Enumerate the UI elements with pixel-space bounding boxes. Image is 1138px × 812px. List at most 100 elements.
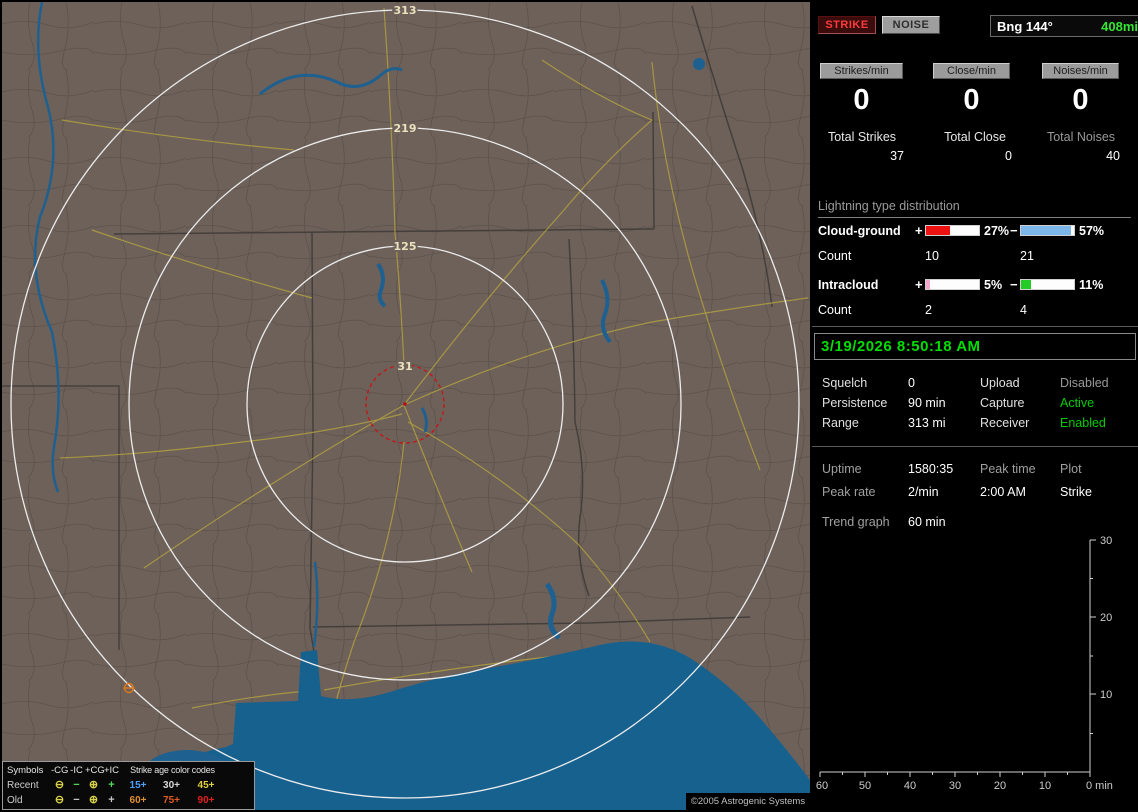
capture-label: Capture xyxy=(980,396,1025,410)
ic-minus-count: 4 xyxy=(1020,303,1027,317)
legend-symbols-header: Symbols xyxy=(7,765,44,776)
lightning-tracker-window: { "colors": { "date_green": "#00dd00", "… xyxy=(0,0,1138,812)
persistence-label: Persistence xyxy=(822,396,888,410)
copyright-notice: ©2005 Astrogenic Systems xyxy=(686,793,810,810)
peak-rate-label: Peak rate xyxy=(822,485,876,499)
y-tick-30: 30 xyxy=(1100,535,1112,547)
ic-count-label: Count xyxy=(818,303,852,317)
legend-type-neg-ic: -IC xyxy=(70,765,83,776)
ring-label-313: 313 xyxy=(394,4,417,17)
age-15: 15+ xyxy=(129,780,147,791)
y-tick-20: 20 xyxy=(1100,612,1112,624)
chart-axes xyxy=(819,539,1096,777)
cg-plus-bar-fill xyxy=(926,226,950,235)
chart-y-labels: 30 20 10 xyxy=(1100,535,1112,701)
range-value: 313 mi xyxy=(908,416,946,430)
neg-ic-old-icon: − xyxy=(73,794,80,806)
ic-plus-count: 2 xyxy=(925,303,932,317)
receiver-status: Enabled xyxy=(1060,416,1106,430)
peak-time-value: 2:00 AM xyxy=(980,485,1026,499)
pos-cg-recent-icon: ⊕ xyxy=(88,779,99,791)
age-60: 60+ xyxy=(129,795,147,806)
neg-ic-recent-icon: − xyxy=(73,779,80,791)
intracloud-label: Intracloud xyxy=(818,278,879,292)
plot-value: Strike xyxy=(1060,485,1092,499)
ic-minus-bar-fill xyxy=(1021,280,1031,289)
divider xyxy=(812,446,1138,447)
bearing-label: Bng 144° xyxy=(997,18,1053,34)
total-strikes-value: 37 xyxy=(890,149,904,163)
cg-minus-count: 21 xyxy=(1020,249,1034,263)
upload-label: Upload xyxy=(980,376,1020,390)
cg-plus-count: 10 xyxy=(925,249,939,263)
age-30: 30+ xyxy=(163,780,180,791)
persistence-value: 90 min xyxy=(908,396,946,410)
y-tick-10: 10 xyxy=(1100,689,1112,701)
upload-status: Disabled xyxy=(1060,376,1109,390)
trend-graph-chart: 30 20 10 60 50 40 30 20 10 0 min xyxy=(816,535,1113,792)
chart-x-labels: 60 50 40 30 20 10 0 min xyxy=(816,780,1113,792)
legend-type-pos-ic: +IC xyxy=(103,765,120,776)
squelch-label: Squelch xyxy=(822,376,868,390)
plus-sign: + xyxy=(915,223,923,238)
peak-time-label: Peak time xyxy=(980,462,1036,476)
cg-plus-pct: 27% xyxy=(984,224,1010,238)
x-tick-60: 60 xyxy=(816,780,828,792)
capture-status: Active xyxy=(1060,396,1095,410)
legend-row-recent: Recent ⊖ − ⊕ + 15+ 30+ 45+ xyxy=(5,778,252,793)
ic-minus-bar xyxy=(1020,279,1075,290)
status-panel: STRIKE NOISE Bng 144° 408mi Strikes/min … xyxy=(812,0,1138,812)
minus-sign: − xyxy=(1010,223,1018,238)
age-75: 75+ xyxy=(163,795,180,806)
total-strikes-label: Total Strikes xyxy=(827,130,897,144)
cg-minus-bar-fill xyxy=(1021,226,1072,235)
neg-cg-old-icon: ⊖ xyxy=(54,794,65,806)
legend-type-neg-cg: -CG xyxy=(51,765,69,776)
pos-ic-recent-icon: + xyxy=(108,779,115,791)
squelch-value: 0 xyxy=(908,376,915,390)
map-legend: Symbols -CG -IC +CG +IC Strike age color… xyxy=(2,761,255,810)
noises-per-min-label: Noises/min xyxy=(1042,63,1119,79)
range-label: Range xyxy=(822,416,859,430)
close-per-min-label: Close/min xyxy=(933,63,1010,79)
close-per-min-value: 0 xyxy=(963,84,980,116)
noise-toggle-button[interactable]: NOISE xyxy=(882,16,940,34)
total-noises-label: Total Noises xyxy=(1046,130,1116,144)
trend-graph-value: 60 min xyxy=(908,515,946,529)
x-tick-30: 30 xyxy=(949,780,961,792)
age-90: 90+ xyxy=(197,795,215,806)
distribution-header: Lightning type distribution xyxy=(818,199,1131,218)
cg-count-label: Count xyxy=(818,249,852,263)
legend-age-header: Strike age color codes xyxy=(130,765,215,775)
age-45: 45+ xyxy=(197,780,215,791)
x-tick-10: 10 xyxy=(1039,780,1051,792)
pos-ic-old-icon: + xyxy=(108,794,115,806)
peak-rate-value: 2/min xyxy=(908,485,939,499)
strikes-per-min-value: 0 xyxy=(853,84,870,116)
cg-minus-pct: 57% xyxy=(1079,224,1105,238)
cg-minus-bar xyxy=(1020,225,1075,236)
noises-per-min-value: 0 xyxy=(1072,84,1089,116)
legend-type-pos-cg: +CG xyxy=(85,765,105,776)
neg-cg-recent-icon: ⊖ xyxy=(54,779,65,791)
x-tick-0: 0 min xyxy=(1086,780,1113,792)
datetime-readout: 3/19/2026 8:50:18 AM xyxy=(814,333,1136,360)
ring-label-31: 31 xyxy=(397,360,412,373)
legend-old-label: Old xyxy=(7,795,23,806)
strike-toggle-button[interactable]: STRIKE xyxy=(818,16,876,34)
uptime-label: Uptime xyxy=(822,462,862,476)
strikes-per-min-label: Strikes/min xyxy=(820,63,903,79)
plot-label: Plot xyxy=(1060,462,1082,476)
ic-plus-pct: 5% xyxy=(984,278,1003,292)
cg-plus-bar xyxy=(925,225,980,236)
ic-plus-bar-fill xyxy=(926,280,931,289)
x-tick-40: 40 xyxy=(904,780,916,792)
map-canvas[interactable]: 313 219 125 31 xyxy=(2,2,810,810)
total-close-label: Total Close xyxy=(944,130,1006,144)
ic-minus-pct: 11% xyxy=(1079,278,1104,292)
trend-graph-label: Trend graph xyxy=(822,515,890,529)
uptime-value: 1580:35 xyxy=(908,462,954,476)
total-noises-value: 40 xyxy=(1106,149,1120,163)
total-close-value: 0 xyxy=(1005,149,1012,163)
x-tick-20: 20 xyxy=(994,780,1006,792)
